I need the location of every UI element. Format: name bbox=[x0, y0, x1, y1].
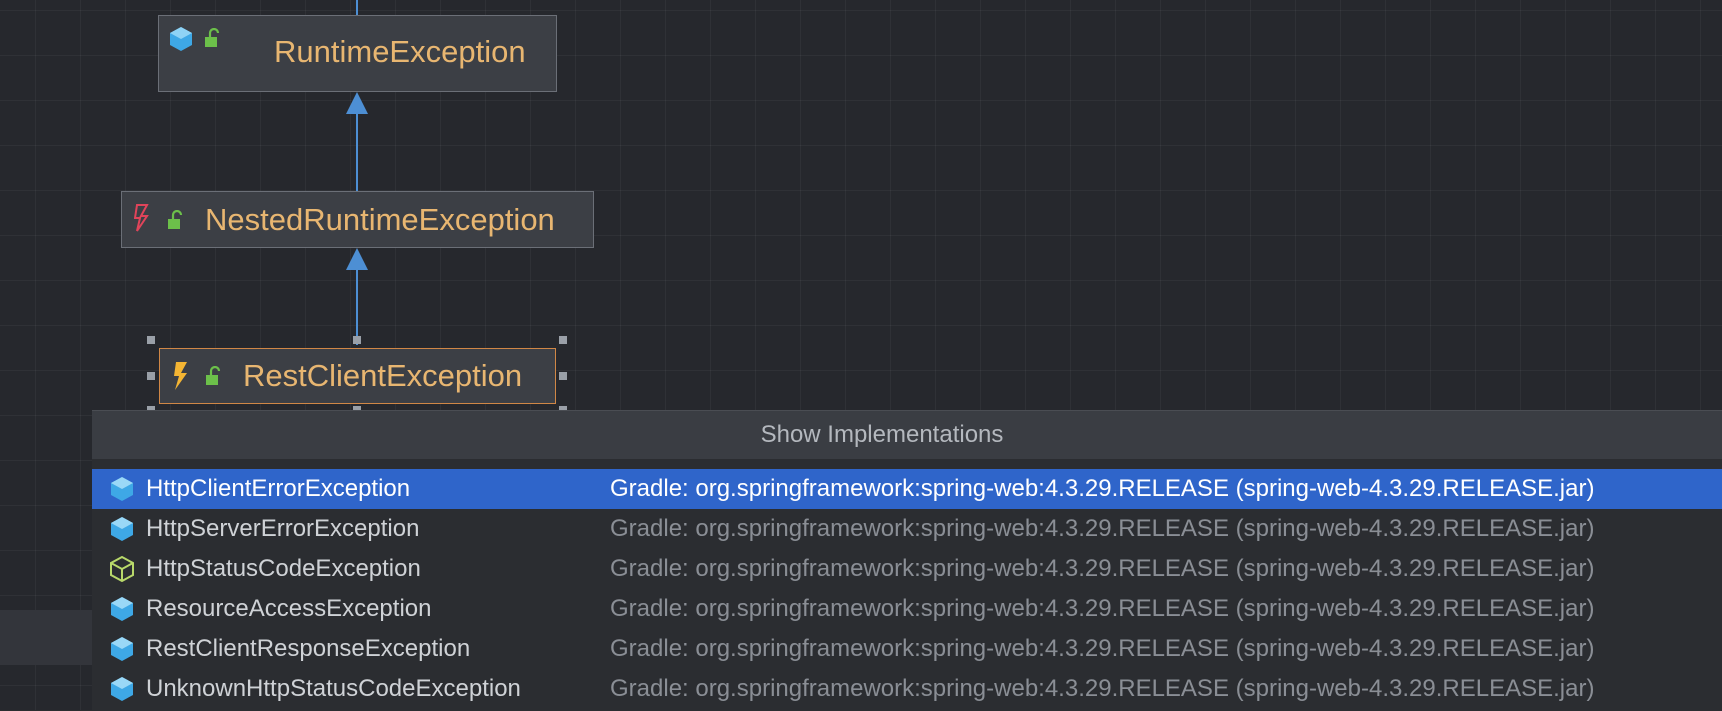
node-label: RuntimeException bbox=[274, 34, 526, 69]
diagram-node-runtime-exception[interactable]: RuntimeException bbox=[158, 15, 557, 92]
class-icon bbox=[111, 517, 133, 541]
diagram-node-nested-runtime-exception[interactable]: NestedRuntimeException bbox=[121, 191, 594, 248]
node-label: RestClientException bbox=[243, 358, 523, 393]
class-name: UnknownHttpStatusCodeException bbox=[146, 675, 521, 702]
abstract-class-icon bbox=[134, 204, 149, 232]
show-implementations-popup: Show Implementations HttpClientErrorExce… bbox=[92, 410, 1722, 711]
class-name: HttpClientErrorException bbox=[146, 475, 411, 502]
arrowhead-nested bbox=[346, 248, 368, 270]
resize-handle[interactable] bbox=[559, 336, 567, 344]
list-item[interactable]: UnknownHttpStatusCodeException Gradle: o… bbox=[92, 669, 1722, 709]
class-name: ResourceAccessException bbox=[146, 595, 432, 622]
class-icon bbox=[111, 597, 133, 621]
class-icon bbox=[170, 27, 192, 51]
diagram-node-rest-client-exception[interactable]: RestClientException bbox=[159, 348, 556, 404]
library-location: Gradle: org.springframework:spring-web:4… bbox=[610, 675, 1595, 702]
class-icon bbox=[111, 637, 133, 661]
library-location: Gradle: org.springframework:spring-web:4… bbox=[610, 475, 1595, 502]
library-location: Gradle: org.springframework:spring-web:4… bbox=[610, 635, 1595, 662]
library-location: Gradle: org.springframework:spring-web:4… bbox=[610, 515, 1595, 542]
class-name: HttpServerErrorException bbox=[146, 515, 420, 542]
abstract-class-icon bbox=[110, 556, 134, 582]
class-icon bbox=[111, 477, 133, 501]
list-item[interactable]: HttpClientErrorException Gradle: org.spr… bbox=[92, 469, 1722, 509]
list-item[interactable]: HttpStatusCodeException Gradle: org.spri… bbox=[92, 549, 1722, 589]
unlock-icon bbox=[168, 210, 183, 229]
class-name: HttpStatusCodeException bbox=[146, 555, 421, 582]
implementations-list: HttpClientErrorException Gradle: org.spr… bbox=[92, 469, 1722, 709]
class-name: RestClientResponseException bbox=[146, 635, 471, 662]
popup-title: Show Implementations bbox=[92, 411, 1722, 459]
exception-class-icon bbox=[174, 362, 187, 390]
resize-handle[interactable] bbox=[147, 372, 155, 380]
library-location: Gradle: org.springframework:spring-web:4… bbox=[610, 555, 1595, 582]
unlock-icon bbox=[205, 28, 220, 47]
resize-handle[interactable] bbox=[559, 372, 567, 380]
resize-handle[interactable] bbox=[147, 336, 155, 344]
unlock-icon bbox=[206, 366, 221, 385]
library-location: Gradle: org.springframework:spring-web:4… bbox=[610, 595, 1595, 622]
list-item[interactable]: HttpServerErrorException Gradle: org.spr… bbox=[92, 509, 1722, 549]
list-item[interactable]: RestClientResponseException Gradle: org.… bbox=[92, 629, 1722, 669]
node-label: NestedRuntimeException bbox=[205, 202, 555, 237]
resize-handle[interactable] bbox=[353, 336, 361, 344]
list-item[interactable]: ResourceAccessException Gradle: org.spri… bbox=[92, 589, 1722, 629]
arrowhead-runtime bbox=[346, 92, 368, 114]
class-icon bbox=[111, 677, 133, 701]
